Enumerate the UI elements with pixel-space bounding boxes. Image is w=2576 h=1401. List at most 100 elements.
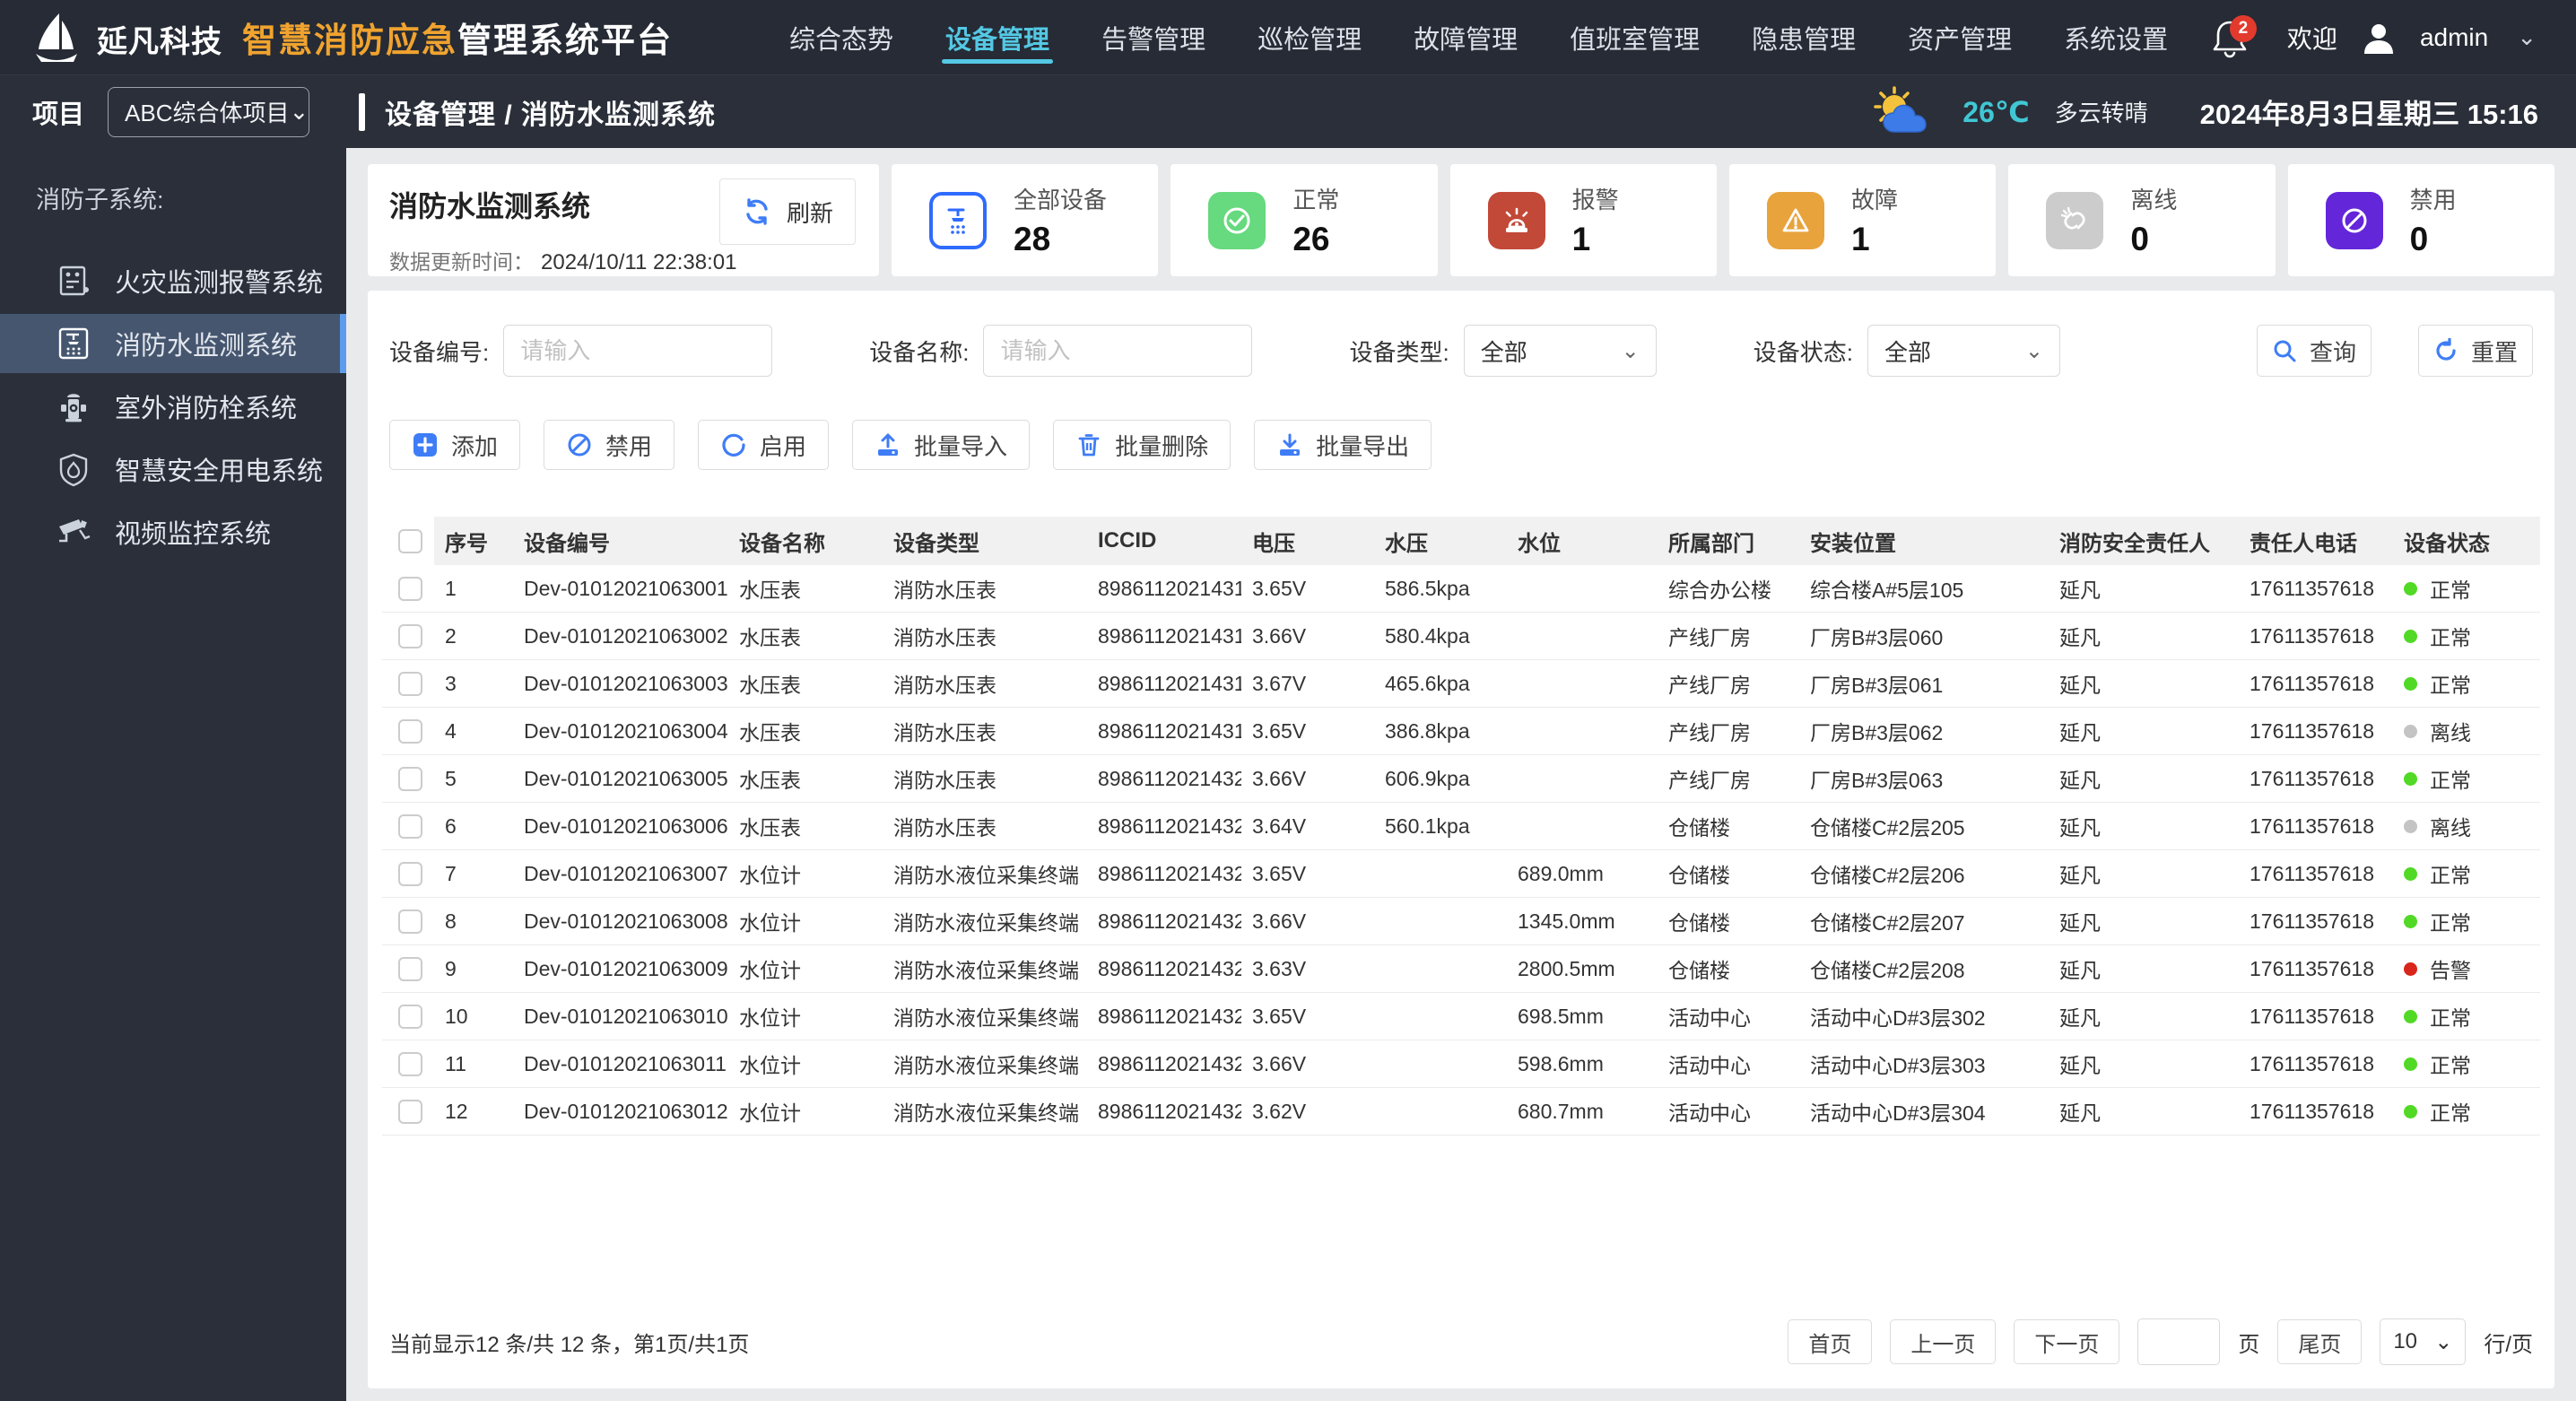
table-header-cell: 设备名称	[739, 531, 825, 556]
table-header-cell: 所属部门	[1668, 531, 1754, 556]
user-menu-chevron-icon[interactable]: ⌄	[2517, 23, 2537, 51]
cell-device-type: 消防水压表	[893, 626, 996, 649]
page-size-unit: 行/页	[2484, 1332, 2533, 1357]
sidebar-item-fire-water[interactable]: 消防水监测系统	[0, 314, 346, 373]
stat-card-all-devices: 全部设备 28	[892, 164, 1159, 276]
disable-label: 禁用	[605, 432, 653, 460]
row-checkbox[interactable]	[398, 1099, 422, 1124]
cell-voltage: 3.66V	[1252, 766, 1307, 790]
row-checkbox[interactable]	[398, 718, 422, 744]
cell-device-code: Dev-01012021063002	[524, 623, 728, 648]
disabled-ban-icon	[2325, 191, 2383, 249]
device-type-select[interactable]: 全部 ⌄	[1463, 325, 1657, 377]
cell-phone: 17611357618	[2250, 1004, 2374, 1028]
cell-device-code: Dev-01012021063004	[524, 718, 728, 743]
row-checkbox[interactable]	[398, 766, 422, 791]
nav-item[interactable]: 隐患管理	[1752, 0, 1856, 74]
row-checkbox[interactable]	[398, 814, 422, 839]
cell-location: 活动中心D#3层304	[1810, 1101, 1986, 1125]
cell-iccid: 89861120214320	[1098, 766, 1241, 790]
upload-icon	[878, 433, 899, 456]
sidebar-item-electrical-safety[interactable]: 智慧安全用电系统	[0, 439, 346, 499]
row-checkbox[interactable]	[398, 671, 422, 696]
row-checkbox[interactable]	[398, 956, 422, 981]
stat-value: 1	[1850, 221, 1870, 257]
batch-export-button[interactable]: 批量导出	[1254, 420, 1432, 470]
table-row: 2 Dev-01012021063002 水压表 消防水压表 898611202…	[382, 613, 2540, 660]
fault-warning-icon	[1766, 191, 1824, 249]
shield-flame-icon	[59, 453, 88, 487]
nav-item[interactable]: 值班室管理	[1570, 0, 1700, 74]
nav-item[interactable]: 设备管理	[942, 0, 1054, 74]
cell-safety-person: 延凡	[2059, 626, 2101, 649]
select-all-cell	[382, 517, 434, 565]
nav-item[interactable]: 系统设置	[2064, 0, 2168, 74]
prev-page-button[interactable]: 上一页	[1890, 1319, 1997, 1364]
cell-index: 12	[445, 1099, 468, 1123]
page-size-select[interactable]: 10 ⌄	[2380, 1318, 2467, 1365]
sidebar-item-video-surveillance[interactable]: 视频监控系统	[0, 502, 346, 561]
cell-safety-person: 延凡	[2059, 864, 2101, 887]
device-status-select[interactable]: 全部 ⌄	[1867, 325, 2060, 377]
table-header-cell: ICCID	[1098, 528, 1157, 553]
table-header-cell: 设备类型	[893, 531, 979, 556]
add-button[interactable]: 添加	[389, 420, 521, 470]
row-checkbox[interactable]	[398, 1051, 422, 1076]
nav-item[interactable]: 巡检管理	[1258, 0, 1362, 74]
username-text[interactable]: admin	[2420, 23, 2488, 52]
nav-item[interactable]: 故障管理	[1414, 0, 1518, 74]
table-body: 1 Dev-01012021063001 水压表 消防水压表 898611202…	[382, 565, 2540, 1136]
enable-button[interactable]: 启用	[698, 420, 830, 470]
nav-item[interactable]: 综合态势	[789, 0, 893, 74]
breadcrumb: 设备管理 / 消防水监测系统	[385, 100, 717, 130]
disable-button[interactable]: 禁用	[544, 420, 675, 470]
cell-iccid: 89861120214324	[1098, 956, 1241, 980]
page-jump-input[interactable]	[2137, 1318, 2221, 1365]
status-dot	[2404, 629, 2417, 643]
device-status-value: 全部	[1884, 338, 1931, 366]
user-avatar-icon[interactable]	[2361, 20, 2397, 56]
cell-phone: 17611357618	[2250, 671, 2374, 695]
reset-button[interactable]: 重置	[2418, 325, 2533, 377]
main-nav: 综合态势 设备管理 告警管理 巡检管理 故障管理 值班室管理 隐患管理 资产管理…	[789, 0, 2168, 74]
filter-device-name: 设备名称:	[869, 325, 1253, 377]
device-code-input[interactable]	[503, 325, 773, 377]
table-header-cell: 责任人电话	[2250, 531, 2357, 556]
status-text: 正常	[2430, 911, 2471, 935]
cell-status: 正常	[2393, 906, 2540, 936]
batch-import-button[interactable]: 批量导入	[852, 420, 1031, 470]
row-checkbox[interactable]	[398, 1004, 422, 1029]
row-checkbox[interactable]	[398, 623, 422, 648]
cell-department: 活动中心	[1668, 1006, 1751, 1030]
row-checkbox[interactable]	[398, 861, 422, 886]
cell-voltage: 3.67V	[1252, 671, 1307, 695]
cell-device-code: Dev-01012021063006	[524, 814, 728, 838]
sidebar-item-hydrant[interactable]: 室外消防栓系统	[0, 377, 346, 436]
first-page-button[interactable]: 首页	[1788, 1319, 1873, 1364]
table-header-cell: 电压	[1252, 531, 1295, 556]
device-name-input[interactable]	[983, 325, 1253, 377]
cell-device-type: 消防水液位采集终端	[893, 1101, 1079, 1125]
status-dot	[2404, 581, 2417, 596]
cell-phone: 17611357618	[2250, 1051, 2374, 1075]
refresh-button[interactable]: 刷新	[719, 178, 856, 245]
notification-bell-icon[interactable]: 2	[2210, 14, 2257, 58]
last-page-button[interactable]: 尾页	[2277, 1319, 2363, 1364]
batch-delete-button[interactable]: 批量删除	[1053, 420, 1231, 470]
nav-item[interactable]: 资产管理	[1908, 0, 2012, 74]
nav-item[interactable]: 告警管理	[1101, 0, 1205, 74]
alarm-siren-icon	[1487, 191, 1545, 249]
select-all-checkbox[interactable]	[398, 528, 422, 553]
sidebar-item-fire-alarm[interactable]: 火灾监测报警系统	[0, 251, 346, 310]
batch-delete-label: 批量删除	[1115, 432, 1209, 460]
status-dot	[2404, 866, 2417, 881]
row-checkbox[interactable]	[398, 576, 422, 601]
sidebar-item-label: 室外消防栓系统	[115, 395, 298, 423]
table-row: 6 Dev-01012021063006 水压表 消防水压表 898611202…	[382, 803, 2540, 850]
row-checkbox[interactable]	[398, 909, 422, 934]
next-page-button[interactable]: 下一页	[2014, 1319, 2120, 1364]
cell-phone: 17611357618	[2250, 1099, 2374, 1123]
cell-water-level: 598.6mm	[1518, 1051, 1604, 1075]
search-button[interactable]: 查询	[2257, 325, 2371, 377]
project-select[interactable]: ABC综合体项目 ⌄	[108, 86, 310, 137]
